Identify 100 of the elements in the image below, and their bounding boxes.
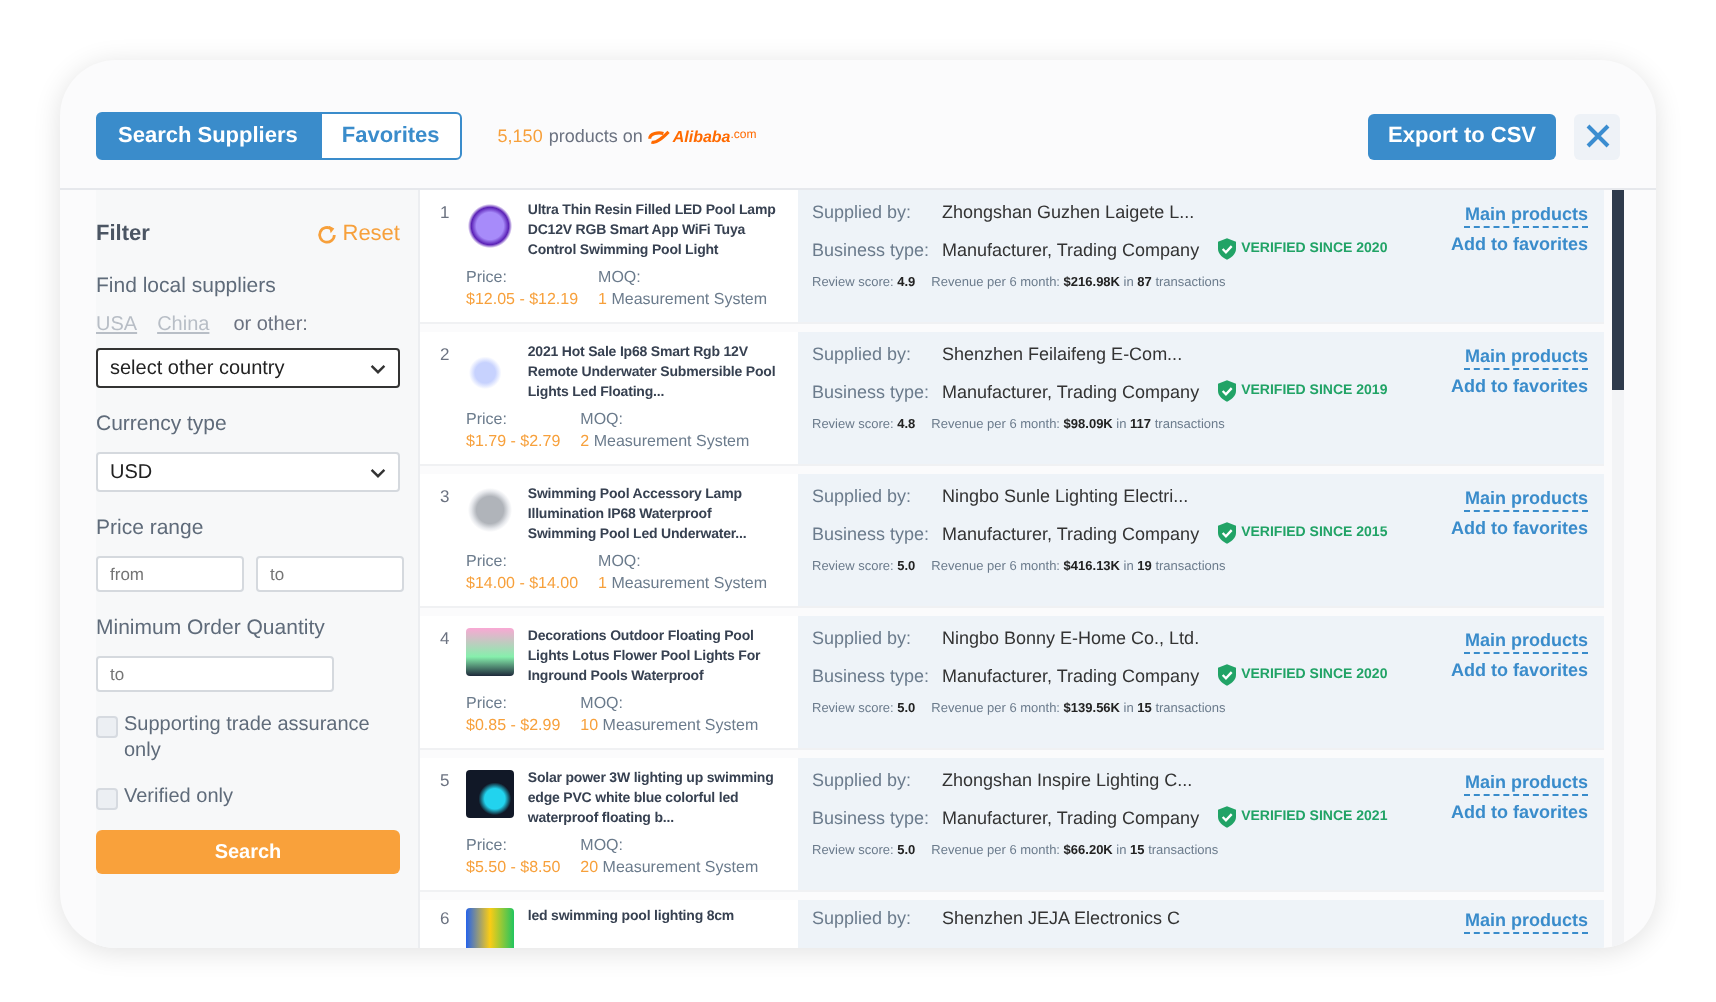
- find-local-label: Find local suppliers: [96, 274, 278, 298]
- moq-label: MOQ:: [580, 694, 625, 712]
- supplier-name: Zhongshan Inspire Lighting C...: [942, 770, 1193, 790]
- supplied-by-label: Supplied by:: [812, 770, 914, 790]
- main-products-link[interactable]: Main products: [1464, 486, 1588, 512]
- filter-title: Filter: [96, 222, 150, 246]
- chevron-down-icon: [370, 363, 386, 373]
- add-to-favorites-link[interactable]: Add to favorites: [1450, 376, 1588, 396]
- business-type-value: Manufacturer, Trading Company: [942, 665, 1200, 685]
- scrollbar[interactable]: [1612, 190, 1624, 390]
- main-products-link[interactable]: Main products: [1464, 770, 1588, 796]
- checkbox-label: Supporting trade assurance only: [124, 712, 372, 764]
- supplied-by-label: Supplied by:: [812, 344, 914, 364]
- main-products-link[interactable]: Main products: [1464, 908, 1588, 934]
- business-type-value: Manufacturer, Trading Company: [942, 523, 1200, 543]
- close-button[interactable]: [1574, 113, 1620, 159]
- price-value: $5.50 - $8.50: [466, 858, 561, 876]
- moq-field[interactable]: to: [96, 656, 334, 692]
- export-button[interactable]: Export to CSV: [1368, 113, 1556, 159]
- checkbox[interactable]: [96, 716, 118, 738]
- verified-shield-icon: [1217, 522, 1236, 544]
- verified-shield-icon: [1217, 806, 1236, 828]
- main-products-link[interactable]: Main products: [1464, 202, 1588, 228]
- main-products-link[interactable]: Main products: [1464, 628, 1588, 654]
- business-type-label: Business type:: [812, 807, 932, 827]
- search-button[interactable]: Search: [96, 830, 400, 874]
- tab[interactable]: Favorites: [319, 112, 462, 160]
- tab[interactable]: Search Suppliers: [96, 112, 320, 160]
- price-label: Price:: [466, 694, 509, 712]
- business-type-label: Business type:: [812, 381, 932, 401]
- add-to-favorites-link[interactable]: Add to favorites: [1450, 518, 1588, 538]
- price-value: $1.79 - $2.79: [466, 432, 561, 450]
- supplier-name: Shenzhen JEJA Electronics C: [942, 908, 1181, 928]
- moq-unit: Measurement System: [602, 858, 759, 876]
- price-label: Price:: [466, 836, 509, 854]
- currency-select[interactable]: USD: [96, 452, 400, 492]
- business-type-label: Business type:: [812, 239, 932, 259]
- supplier-name: Ningbo Sunle Lighting Electri...: [942, 486, 1189, 506]
- moq-unit: Measurement System: [602, 716, 759, 734]
- checkbox-label: Verified only: [124, 784, 233, 810]
- or-other-label: or other:: [233, 314, 308, 336]
- verified-shield-icon: [1217, 380, 1236, 402]
- moq-quantity: 1: [598, 574, 607, 592]
- moq-label: MOQ:: [598, 268, 643, 286]
- price-to-field[interactable]: to: [256, 556, 404, 592]
- supplied-by-label: Supplied by:: [812, 908, 914, 928]
- country-link[interactable]: China: [157, 314, 210, 336]
- supplied-by-label: Supplied by:: [812, 202, 914, 222]
- country-link[interactable]: USA: [96, 314, 138, 336]
- business-type-label: Business type:: [812, 665, 932, 685]
- close-icon: [1583, 122, 1611, 150]
- verified-shield-icon: [1217, 664, 1236, 686]
- price-value: $14.00 - $14.00: [466, 574, 579, 592]
- moq-label: Minimum Order Quantity: [96, 616, 327, 640]
- supplier-name: Shenzhen Feilaifeng E-Com...: [942, 344, 1183, 364]
- moq-quantity: 2: [580, 432, 590, 450]
- supplier-name: Zhongshan Guzhen Laigete L...: [942, 202, 1195, 222]
- moq-label: MOQ:: [580, 836, 625, 854]
- moq-unit: Measurement System: [611, 574, 768, 592]
- moq-unit: Measurement System: [593, 432, 750, 450]
- checkbox[interactable]: [96, 788, 118, 810]
- price-range-label: Price range: [96, 516, 206, 540]
- moq-quantity: 1: [598, 290, 607, 308]
- moq-quantity: 20: [580, 858, 599, 876]
- main-products-link[interactable]: Main products: [1464, 344, 1588, 370]
- moq-unit: Measurement System: [611, 290, 768, 308]
- business-type-value: Manufacturer, Trading Company: [942, 807, 1200, 827]
- row-number: 6: [440, 908, 452, 928]
- supplied-by-label: Supplied by:: [812, 486, 914, 506]
- photo-placeholder: [465, 628, 514, 676]
- photo-placeholder: [465, 770, 514, 818]
- row-number: 2: [440, 344, 452, 364]
- add-to-favorites-link[interactable]: Add to favorites: [1450, 660, 1588, 680]
- business-type-value: Manufacturer, Trading Company: [942, 381, 1200, 401]
- row-number: 1: [440, 202, 452, 222]
- price-value: $0.85 - $2.99: [466, 716, 561, 734]
- row-number: 4: [440, 628, 452, 648]
- moq-quantity: 10: [580, 716, 599, 734]
- price-from-field[interactable]: from: [96, 556, 244, 592]
- moq-label: MOQ:: [580, 410, 625, 428]
- photo-placeholder: [465, 202, 514, 250]
- country-select[interactable]: select other country: [96, 348, 400, 388]
- price-value: $12.05 - $12.19: [466, 290, 579, 308]
- refresh-icon: [316, 223, 339, 245]
- add-to-favorites-link[interactable]: Add to favorites: [1450, 802, 1588, 822]
- photo-placeholder: [465, 908, 514, 948]
- row-number: 3: [440, 486, 452, 506]
- row-number: 5: [440, 770, 452, 790]
- business-type-label: Business type:: [812, 523, 932, 543]
- photo-placeholder: [465, 486, 514, 534]
- business-type-value: Manufacturer, Trading Company: [942, 239, 1200, 259]
- add-to-favorites-link[interactable]: Add to favorites: [1450, 234, 1588, 254]
- currency-label: Currency type: [96, 412, 229, 436]
- reset-button[interactable]: Reset: [316, 222, 400, 246]
- price-label: Price:: [466, 268, 509, 286]
- verified-shield-icon: [1217, 238, 1236, 260]
- price-label: Price:: [466, 410, 509, 428]
- moq-label: MOQ:: [598, 552, 643, 570]
- supplied-by-label: Supplied by:: [812, 628, 914, 648]
- count-text: products on: [548, 126, 643, 146]
